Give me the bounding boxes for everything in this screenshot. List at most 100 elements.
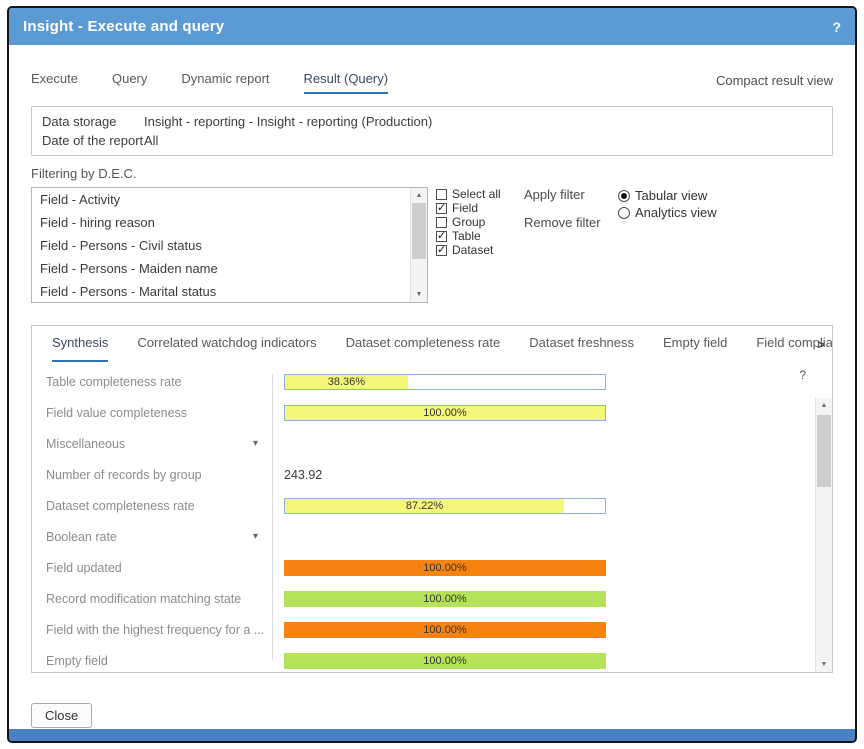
chevron-down-icon[interactable]: ▾ <box>253 531 258 542</box>
radio-label: Tabular view <box>635 188 707 203</box>
checkbox-icon <box>436 217 447 228</box>
metric-row: Record modification matching state 100.0… <box>32 583 815 614</box>
metric-value: 38.36% <box>328 376 365 388</box>
metric-label: Field with the highest frequency for a .… <box>32 623 272 637</box>
metric-label: Number of records by group <box>32 468 272 482</box>
bottom-accent-bar <box>9 729 855 741</box>
metric-bar: 100.00% <box>284 653 606 669</box>
dec-list-item[interactable]: Field - Persons - Maiden name <box>32 257 410 280</box>
dialog-content: Execute Query Dynamic report Result (Que… <box>9 45 855 729</box>
checkbox-icon <box>436 203 447 214</box>
radio-analytics-view[interactable]: Analytics view <box>618 204 717 221</box>
group-label: Boolean rate <box>46 530 117 544</box>
metric-bar: 38.36% <box>284 374 606 390</box>
tab-empty-field[interactable]: Empty field <box>663 335 727 362</box>
data-storage-row: Data storage Insight - reporting - Insig… <box>42 112 822 131</box>
metric-row: Field with the highest frequency for a .… <box>32 614 815 645</box>
tab-synthesis[interactable]: Synthesis <box>52 335 108 362</box>
scroll-thumb[interactable] <box>412 203 426 259</box>
checkbox-icon <box>436 245 447 256</box>
metric-label: Table completeness rate <box>32 375 272 389</box>
report-date-row: Date of the report All <box>42 131 822 150</box>
radio-label: Analytics view <box>635 205 717 220</box>
dec-list-item[interactable]: Field - Activity <box>32 188 410 211</box>
dialog-title: Insight - Execute and query <box>23 18 224 35</box>
compact-result-view-link[interactable]: Compact result view <box>716 73 833 94</box>
tab-scroll-next-icon[interactable]: > <box>814 337 828 352</box>
checkbox-label: Select all <box>452 187 501 201</box>
metric-bar: 100.00% <box>284 622 606 638</box>
chevron-down-icon[interactable]: ▾ <box>253 438 258 449</box>
metric-row: Table completeness rate 38.36% <box>32 366 815 397</box>
report-info-box: Data storage Insight - reporting - Insig… <box>31 106 833 156</box>
dialog-titlebar: Insight - Execute and query ? <box>9 8 855 45</box>
checkbox-icon <box>436 189 447 200</box>
tab-dataset-completeness-rate[interactable]: Dataset completeness rate <box>346 335 501 362</box>
metric-value: 100.00% <box>423 655 466 667</box>
group-row: Miscellaneous ▾ <box>32 428 815 459</box>
metric-value: 100.00% <box>423 593 466 605</box>
tab-correlated-watchdog-indicators[interactable]: Correlated watchdog indicators <box>137 335 316 362</box>
footer-row: Close <box>31 703 833 728</box>
dec-list-item[interactable]: Field - hiring reason <box>32 211 410 234</box>
dec-list: Field - Activity Field - hiring reason F… <box>32 188 410 302</box>
checkbox-group[interactable]: Group <box>436 215 502 229</box>
checkbox-label: Field <box>452 201 478 215</box>
metric-value: 243.92 <box>284 468 322 482</box>
data-storage-label: Data storage <box>42 112 144 131</box>
group-row: Boolean rate ▾ <box>32 521 815 552</box>
metric-value: 100.00% <box>423 407 466 419</box>
apply-filter-button[interactable]: Apply filter <box>524 187 588 202</box>
insight-dialog: Insight - Execute and query ? Execute Qu… <box>7 6 857 743</box>
dec-list-item[interactable]: Field - Persons - Civil status <box>32 234 410 257</box>
scroll-down-icon[interactable]: ▼ <box>411 287 427 302</box>
metric-value: 87.22% <box>406 500 443 512</box>
filter-area: Field - Activity Field - hiring reason F… <box>31 187 833 303</box>
dec-list-item[interactable]: Field - Persons - Marital status <box>32 280 410 303</box>
data-storage-value: Insight - reporting - Insight - reportin… <box>144 112 432 131</box>
checkbox-dataset[interactable]: Dataset <box>436 243 502 257</box>
synthesis-body: ? Table completeness rate 38.36% Field v… <box>32 362 832 672</box>
checkbox-label: Table <box>452 229 481 243</box>
result-panel: Synthesis Correlated watchdog indicators… <box>31 325 833 673</box>
help-icon[interactable]: ? <box>832 19 841 35</box>
tab-dataset-freshness[interactable]: Dataset freshness <box>529 335 634 362</box>
result-tabbar: Synthesis Correlated watchdog indicators… <box>32 326 832 362</box>
metric-row: Empty field 100.00% <box>32 645 815 673</box>
scroll-thumb[interactable] <box>817 415 831 487</box>
tab-query[interactable]: Query <box>112 71 147 94</box>
remove-filter-button[interactable]: Remove filter <box>524 215 588 230</box>
checkbox-icon <box>436 231 447 242</box>
metric-row: Dataset completeness rate 87.22% <box>32 490 815 521</box>
close-button[interactable]: Close <box>31 703 92 728</box>
radio-tabular-view[interactable]: Tabular view <box>618 187 717 204</box>
scroll-up-icon[interactable]: ▲ <box>816 398 832 413</box>
tab-dynamic-report[interactable]: Dynamic report <box>181 71 269 94</box>
metric-label: Record modification matching state <box>32 592 272 606</box>
filter-section-title: Filtering by D.E.C. <box>31 166 833 181</box>
view-mode-column: Tabular view Analytics view <box>618 187 717 221</box>
filter-checkbox-column: Select all Field Group Table Dataset <box>436 187 502 257</box>
metric-bar: 100.00% <box>284 591 606 607</box>
tab-result-query[interactable]: Result (Query) <box>304 71 389 94</box>
radio-icon <box>618 207 630 219</box>
report-date-value: All <box>144 131 158 150</box>
scroll-up-icon[interactable]: ▲ <box>411 188 427 203</box>
metric-value: 100.00% <box>423 624 466 636</box>
scroll-down-icon[interactable]: ▼ <box>816 657 832 672</box>
list-scrollbar[interactable]: ▲ ▼ <box>410 188 427 302</box>
group-label: Miscellaneous <box>46 437 125 451</box>
checkbox-table[interactable]: Table <box>436 229 502 243</box>
checkbox-field[interactable]: Field <box>436 201 502 215</box>
metric-value: 100.00% <box>423 562 466 574</box>
metric-label: Empty field <box>32 654 272 668</box>
dec-listbox[interactable]: Field - Activity Field - hiring reason F… <box>31 187 428 303</box>
checkbox-select-all[interactable]: Select all <box>436 187 502 201</box>
metric-rows: Table completeness rate 38.36% Field val… <box>32 366 815 672</box>
metric-row: Number of records by group 243.92 <box>32 459 815 490</box>
panel-scrollbar[interactable]: ▲ ▼ <box>815 398 832 672</box>
metric-bar: 87.22% <box>284 498 606 514</box>
report-date-label: Date of the report <box>42 131 144 150</box>
tab-execute[interactable]: Execute <box>31 71 78 94</box>
checkbox-label: Dataset <box>452 243 493 257</box>
